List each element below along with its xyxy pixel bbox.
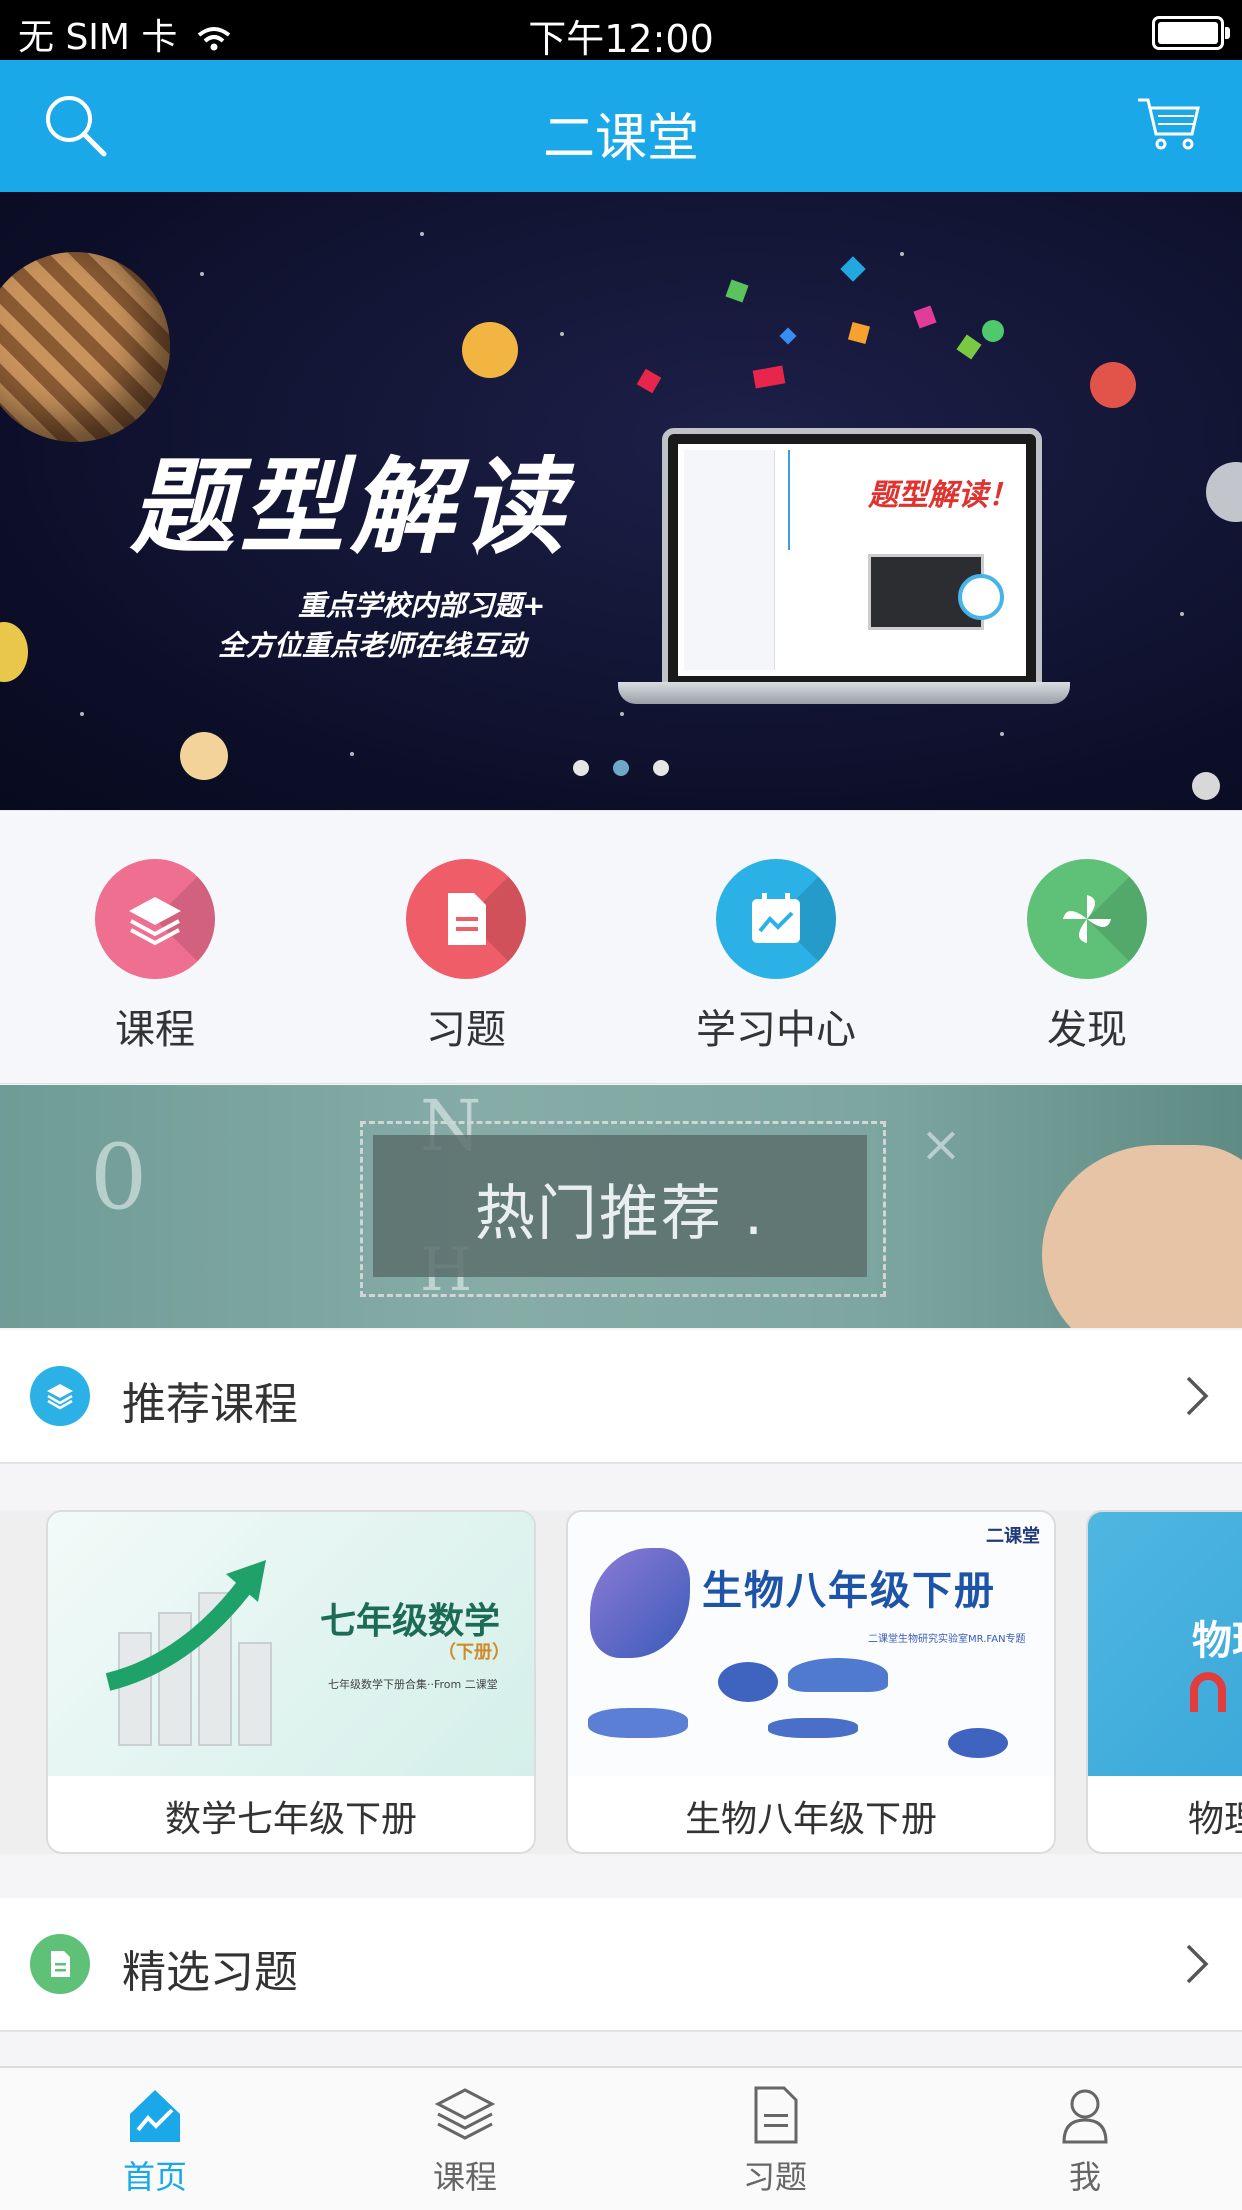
planet-decoration — [0, 252, 170, 442]
insect-illustration — [588, 1708, 688, 1738]
tab-course[interactable]: 课程 — [310, 2084, 620, 2198]
chevron-right-icon[interactable] — [1176, 1374, 1216, 1418]
planet-decoration — [1090, 362, 1136, 408]
quick-item-label: 学习中心 — [696, 1007, 856, 1053]
battery-icon — [1152, 16, 1230, 50]
quick-item-label: 发现 — [1047, 1007, 1127, 1053]
course-card[interactable]: 二课堂 生物八年级下册 二课堂生物研究实验室MR.FAN专题 生物八年级下册 — [566, 1510, 1056, 1854]
carousel-pagination[interactable] — [0, 760, 1242, 780]
growth-arrow-icon — [105, 1560, 266, 1691]
hand-illustration — [1042, 1145, 1242, 1328]
layers-icon — [434, 2088, 496, 2140]
tab-label: 我 — [1068, 2158, 1101, 2196]
tab-label: 首页 — [122, 2158, 187, 2196]
carousel-dot[interactable] — [653, 760, 669, 776]
thumbnail-subtitle: 七年级数学下册合集··From 二课堂 — [328, 1678, 498, 1691]
carousel-dot-active[interactable] — [613, 760, 629, 776]
home-chart-icon — [130, 2090, 180, 2142]
section-recommended-courses[interactable]: 推荐课程 — [0, 1330, 1242, 1464]
planet-decoration — [462, 322, 518, 378]
calendar-chart-icon — [716, 859, 836, 979]
cart-icon[interactable] — [1136, 96, 1202, 152]
laptop-caption: 题型解读！ — [868, 478, 1018, 513]
quick-item-label: 习题 — [426, 1007, 506, 1053]
chevron-right-icon[interactable] — [1176, 1942, 1216, 1986]
course-thumbnail: 二课堂 生物八年级下册 二课堂生物研究实验室MR.FAN专题 — [568, 1512, 1054, 1776]
thumbnail-title: 七年级数学 — [320, 1601, 501, 1642]
thumbnail-brand: 二课堂 — [986, 1526, 1040, 1547]
planet-decoration — [1206, 462, 1242, 522]
banner-carousel[interactable]: 题型解读 重点学校内部习题+ 全方位重点老师在线互动 题型解读！ — [0, 192, 1242, 810]
quick-item-discover[interactable]: 发现 — [967, 859, 1207, 1055]
document-icon — [30, 1934, 90, 1994]
course-title: 物理 — [1188, 1799, 1242, 1840]
banner-subtitle-2: 全方位重点老师在线互动 — [218, 629, 527, 662]
quick-menu: 课程 习题 学习中心 发现 — [0, 810, 1242, 1084]
document-icon — [406, 859, 526, 979]
insect-illustration — [718, 1662, 778, 1702]
tab-bar: 首页 课程 习题 我 — [0, 2066, 1242, 2210]
quick-item-exercise[interactable]: 习题 — [346, 859, 586, 1055]
planet-decoration — [0, 622, 28, 682]
layers-icon — [30, 1366, 90, 1426]
document-icon — [754, 2086, 798, 2144]
hot-recommend-banner[interactable]: 0 N H × 热门推荐 . — [0, 1085, 1242, 1328]
butterfly-illustration — [590, 1548, 690, 1658]
course-card[interactable]: 物理 物理 — [1086, 1510, 1242, 1854]
laptop-base — [618, 682, 1070, 704]
banner-subtitle-1: 重点学校内部习题+ — [298, 589, 546, 622]
quick-item-study-center[interactable]: 学习中心 — [656, 859, 896, 1055]
hot-banner-text: 热门推荐 . — [474, 1179, 766, 1249]
tab-me[interactable]: 我 — [930, 2084, 1240, 2198]
course-title: 数学七年级下册 — [164, 1799, 417, 1840]
status-bar: 无 SIM 卡 下午12:00 — [0, 0, 1242, 61]
magnet-icon — [1190, 1672, 1226, 1712]
carousel-dot[interactable] — [573, 760, 589, 776]
thumbnail-tag: （下册） — [438, 1642, 510, 1663]
clock: 下午12:00 — [528, 17, 714, 61]
page-title: 二课堂 — [542, 109, 699, 169]
quick-item-label: 课程 — [115, 1007, 195, 1053]
section-title: 推荐课程 — [122, 1379, 298, 1430]
tab-home[interactable]: 首页 — [0, 2084, 310, 2198]
course-card[interactable]: 七年级数学 （下册） 七年级数学下册合集··From 二课堂 数学七年级下册 — [46, 1510, 536, 1854]
thumbnail-subtitle: 二课堂生物研究实验室MR.FAN专题 — [868, 1634, 1026, 1645]
course-thumbnail: 物理 — [1088, 1512, 1242, 1776]
course-card-list[interactable]: 七年级数学 （下册） 七年级数学下册合集··From 二课堂 数学七年级下册 二… — [0, 1510, 1242, 1854]
planet-decoration — [982, 320, 1004, 342]
tab-exercise[interactable]: 习题 — [620, 2084, 930, 2198]
tab-label: 习题 — [742, 2158, 807, 2196]
tab-label: 课程 — [432, 2158, 497, 2196]
quick-item-course[interactable]: 课程 — [35, 859, 275, 1055]
nav-bar: 二课堂 — [0, 60, 1242, 192]
insect-illustration — [948, 1728, 1008, 1758]
thumbnail-title: 物理 — [1192, 1618, 1242, 1664]
section-title: 精选习题 — [122, 1947, 298, 1998]
course-title: 生物八年级下册 — [684, 1799, 937, 1840]
laptop-illustration: 题型解读！ — [662, 428, 1042, 692]
layers-icon — [95, 859, 215, 979]
thumbnail-title: 生物八年级下册 — [702, 1568, 996, 1614]
insect-illustration — [788, 1658, 888, 1692]
section-featured-exercises[interactable]: 精选习题 — [0, 1898, 1242, 2032]
insect-illustration — [768, 1718, 858, 1738]
pinwheel-icon — [1027, 859, 1147, 979]
banner-headline: 题型解读 — [130, 446, 571, 568]
user-icon — [1062, 2089, 1108, 2144]
course-thumbnail: 七年级数学 （下册） 七年级数学下册合集··From 二课堂 — [48, 1512, 534, 1776]
